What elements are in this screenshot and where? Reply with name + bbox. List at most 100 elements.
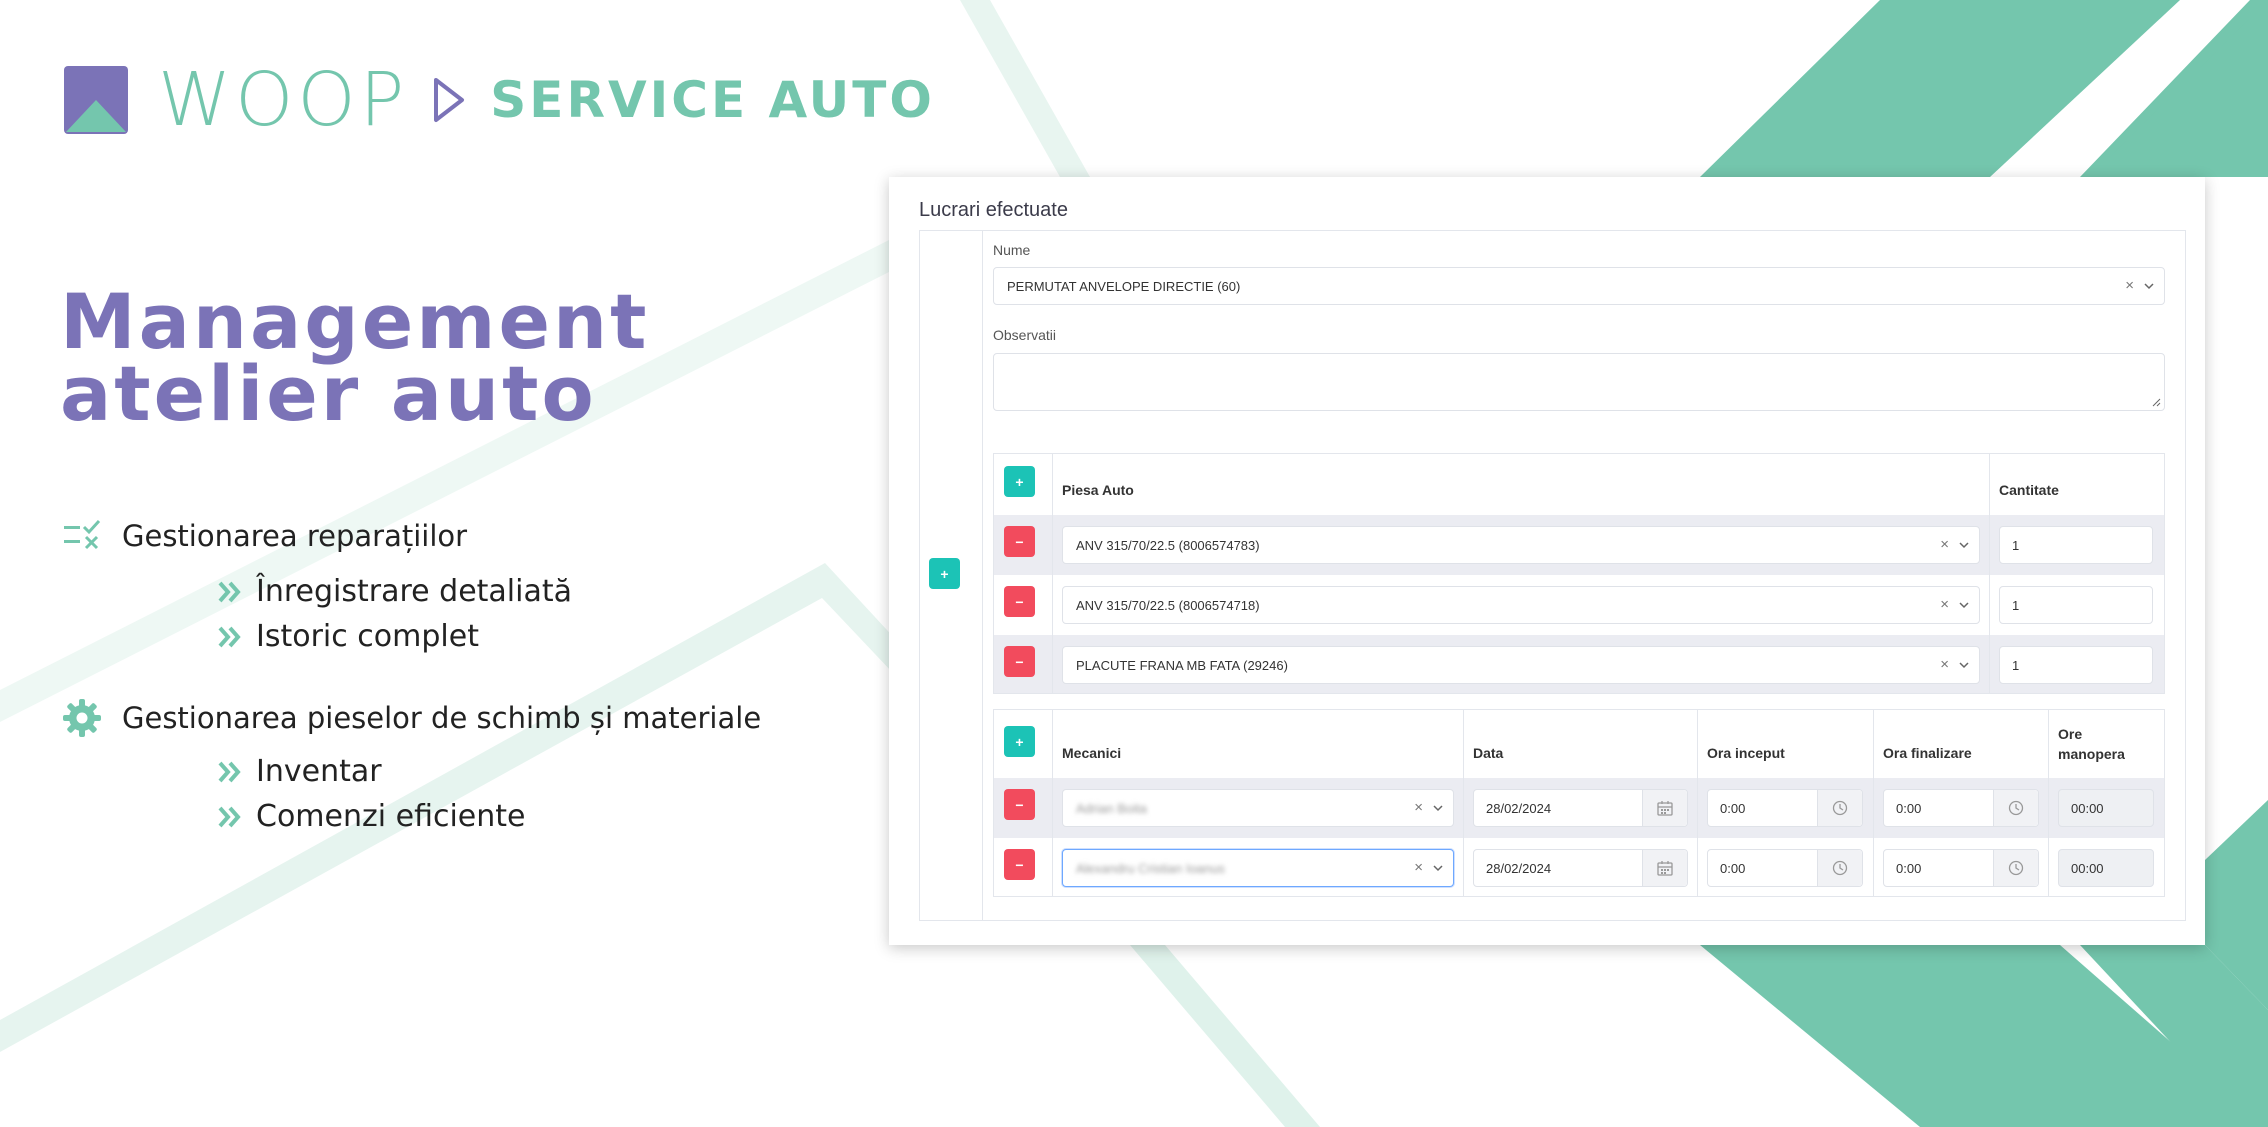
part-value: ANV 315/70/22.5 (8006574783) xyxy=(1076,538,1260,553)
end-time-value: 0:00 xyxy=(1896,861,1922,876)
part-select[interactable]: ANV 315/70/22.5 (8006574718) × xyxy=(1062,586,1980,624)
stage: WOOP SERVICE AUTO Management atelier aut… xyxy=(0,0,2268,1127)
qty-column-header: Cantitate xyxy=(1999,482,2059,498)
labor-hours-field: 00:00 xyxy=(2058,789,2154,827)
double-chevron-icon xyxy=(218,581,241,602)
hero-title: Management atelier auto xyxy=(60,284,649,432)
clock-icon[interactable] xyxy=(1993,790,2038,826)
part-select[interactable]: PLACUTE FRANA MB FATA (29246) × xyxy=(1062,646,1980,684)
feature-parts: Gestionarea pieselor de schimb și materi… xyxy=(62,698,761,738)
mechanic-value: Adrian Boita xyxy=(1076,801,1147,816)
col-divider xyxy=(1463,710,1464,896)
qty-input[interactable]: 1 xyxy=(1999,526,2153,564)
hero-line-2: atelier auto xyxy=(60,349,597,438)
mechanic-select-focused[interactable]: Alexandru Cristian Ioanus × xyxy=(1062,849,1454,887)
chevron-down-icon[interactable] xyxy=(1959,600,1969,610)
observatii-textarea[interactable] xyxy=(993,353,2165,411)
clear-icon[interactable]: × xyxy=(1940,656,1949,673)
col-divider xyxy=(2048,710,2049,896)
end-time-input[interactable]: 0:00 xyxy=(1883,849,2039,887)
remove-mechanic-button[interactable]: − xyxy=(1004,789,1035,820)
clock-icon[interactable] xyxy=(1817,790,1862,826)
clear-icon[interactable]: × xyxy=(1940,596,1949,613)
qty-input[interactable]: 1 xyxy=(1999,586,2153,624)
remove-part-button[interactable]: − xyxy=(1004,586,1035,617)
panel-title: Lucrari efectuate xyxy=(919,199,1068,221)
col-divider xyxy=(1873,710,1874,896)
end-time-input[interactable]: 0:00 xyxy=(1883,789,2039,827)
double-chevron-icon xyxy=(218,626,241,647)
brand-subtitle: SERVICE AUTO xyxy=(490,71,935,129)
part-column-header: Piesa Auto xyxy=(1062,482,1134,498)
clear-icon[interactable]: × xyxy=(1414,799,1423,816)
end-time-value: 0:00 xyxy=(1896,801,1922,816)
hours-header-line-2: manopera xyxy=(2058,746,2125,762)
double-chevron-icon xyxy=(218,761,241,782)
chevron-down-icon[interactable] xyxy=(1433,863,1443,873)
start-time-value: 0:00 xyxy=(1720,801,1746,816)
add-mechanic-button[interactable]: + xyxy=(1004,726,1035,757)
clear-icon[interactable]: × xyxy=(2125,277,2134,294)
chevron-down-icon[interactable] xyxy=(2144,281,2154,291)
clear-icon[interactable]: × xyxy=(1414,859,1423,876)
feature-item-label: Inventar xyxy=(256,754,382,789)
add-part-button[interactable]: + xyxy=(1004,466,1035,497)
feature-item-label: Istoric complet xyxy=(256,619,479,654)
calendar-icon[interactable] xyxy=(1642,790,1687,826)
chevron-down-icon[interactable] xyxy=(1433,803,1443,813)
feature-parts-label: Gestionarea pieselor de schimb și materi… xyxy=(122,701,762,735)
mechanic-select[interactable]: Adrian Boita × xyxy=(1062,789,1454,827)
remove-part-button[interactable]: − xyxy=(1004,646,1035,677)
woop-logo-icon xyxy=(64,66,128,134)
labor-hours-value: 00:00 xyxy=(2071,801,2104,816)
chevron-down-icon[interactable] xyxy=(1959,540,1969,550)
part-value: ANV 315/70/22.5 (8006574718) xyxy=(1076,598,1260,613)
qty-input[interactable]: 1 xyxy=(1999,646,2153,684)
remove-mechanic-button[interactable]: − xyxy=(1004,849,1035,880)
observatii-label: Observatii xyxy=(993,327,1057,343)
date-input[interactable]: 28/02/2024 xyxy=(1473,789,1688,827)
part-select[interactable]: ANV 315/70/22.5 (8006574783) × xyxy=(1062,526,1980,564)
checklist-icon xyxy=(64,519,101,550)
feature-item-label: Comenzi eficiente xyxy=(256,799,526,834)
clock-icon[interactable] xyxy=(1817,850,1862,886)
parts-table: + Piesa Auto Cantitate − ANV 315/70/22.5… xyxy=(993,453,2165,694)
feature-repairs-item-2: Istoric complet xyxy=(218,619,479,654)
labor-hours-field: 00:00 xyxy=(2058,849,2154,887)
clock-icon[interactable] xyxy=(1993,850,2038,886)
start-column-header: Ora inceput xyxy=(1707,745,1785,761)
feature-parts-item-2: Comenzi eficiente xyxy=(218,799,526,834)
chevron-down-icon[interactable] xyxy=(1959,660,1969,670)
brand-wordmark: WOOP xyxy=(158,57,409,143)
start-time-input[interactable]: 0:00 xyxy=(1707,789,1863,827)
brand-logo: WOOP SERVICE AUTO xyxy=(64,57,935,143)
start-time-value: 0:00 xyxy=(1720,861,1746,876)
double-chevron-icon xyxy=(218,806,241,827)
start-time-input[interactable]: 0:00 xyxy=(1707,849,1863,887)
qty-value: 1 xyxy=(2012,658,2020,673)
clear-icon[interactable]: × xyxy=(1940,536,1949,553)
date-input[interactable]: 28/02/2024 xyxy=(1473,849,1688,887)
feature-item-label: Înregistrare detaliată xyxy=(256,574,572,609)
date-column-header: Data xyxy=(1473,745,1504,761)
work-form-panel: Lucrari efectuate + Nume PERMUTAT ANVELO… xyxy=(889,177,2205,945)
mechanics-table: + Mecanici Data Ora inceput Ora finaliza… xyxy=(993,709,2165,897)
feature-repairs-item-1: Înregistrare detaliată xyxy=(218,574,572,609)
nume-select[interactable]: PERMUTAT ANVELOPE DIRECTIE (60) × xyxy=(993,267,2165,305)
resize-handle-icon[interactable] xyxy=(2151,397,2161,407)
qty-value: 1 xyxy=(2012,598,2020,613)
mechanic-value: Alexandru Cristian Ioanus xyxy=(1076,861,1225,876)
col-divider xyxy=(1697,710,1698,896)
feature-repairs-label: Gestionarea reparațiilor xyxy=(122,519,468,553)
calendar-icon[interactable] xyxy=(1642,850,1687,886)
play-arrow-icon xyxy=(434,78,465,122)
date-value: 28/02/2024 xyxy=(1486,801,1552,816)
qty-value: 1 xyxy=(2012,538,2020,553)
date-value: 28/02/2024 xyxy=(1486,861,1552,876)
nume-label: Nume xyxy=(993,242,1031,258)
feature-parts-item-1: Inventar xyxy=(218,754,382,789)
nume-value: PERMUTAT ANVELOPE DIRECTIE (60) xyxy=(1007,279,1241,294)
remove-part-button[interactable]: − xyxy=(1004,526,1035,557)
add-work-item-button[interactable]: + xyxy=(929,558,960,589)
col-divider xyxy=(1052,454,1053,693)
